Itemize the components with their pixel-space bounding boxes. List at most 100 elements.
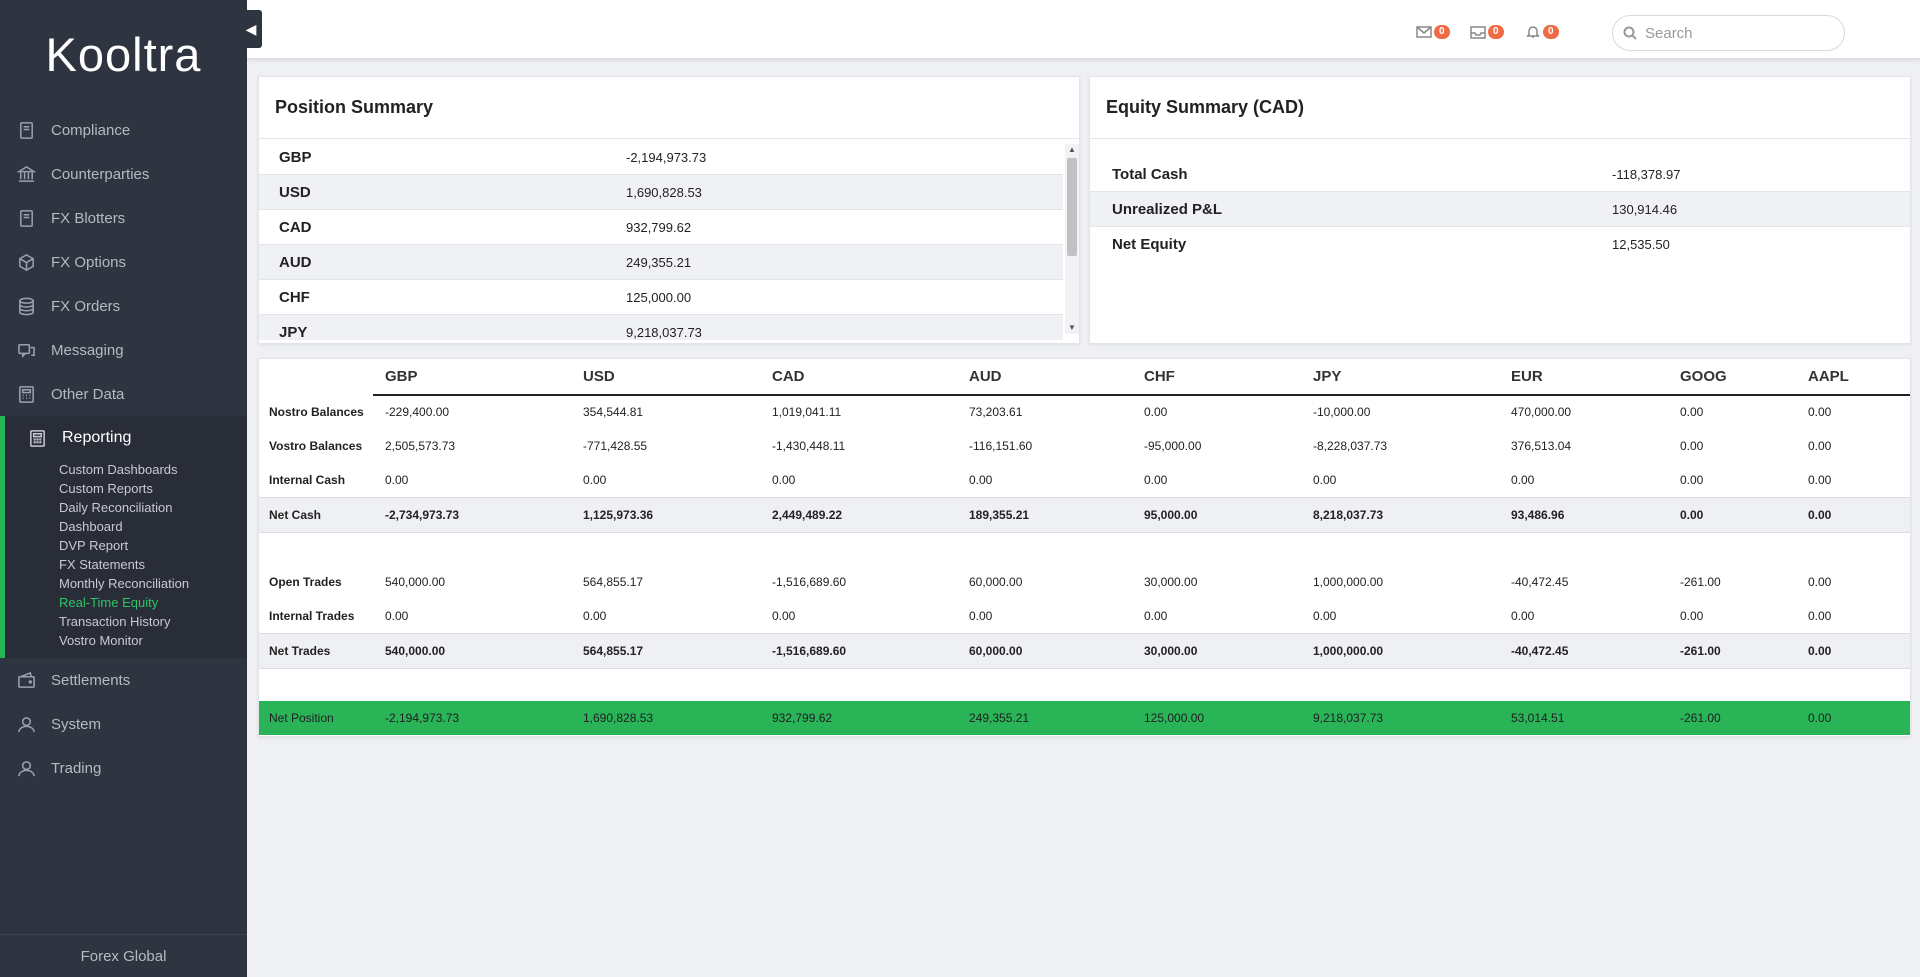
sidebar-item-trading[interactable]: Trading	[0, 746, 247, 790]
balance-row-net-trades: Net Trades 540,000.00 564,855.17 -1,516,689…	[259, 633, 1910, 669]
search-input[interactable]	[1643, 23, 1827, 43]
sidebar-item-messaging[interactable]: Messaging	[0, 328, 247, 372]
chevron-left-icon: ◀	[245, 20, 257, 37]
balance-row-net-position: Net Position -2,194,973.73 1,690,828.53 932…	[259, 701, 1910, 735]
cell-value: 30,000.00	[1144, 644, 1198, 658]
row-label: Vostro Balances	[269, 439, 363, 453]
column-header-aud[interactable]: AUD	[969, 368, 1002, 385]
inbox-icon	[1470, 26, 1486, 39]
column-header-aapl[interactable]: AAPL	[1808, 368, 1849, 385]
cell-value: 0.00	[1808, 575, 1832, 589]
sidebar-item-reporting[interactable]: Reporting	[5, 416, 247, 460]
logo[interactable]: Kooltra	[0, 0, 247, 108]
cell-value: 0.00	[583, 473, 607, 487]
cell-value: 0.00	[1680, 439, 1704, 453]
search-icon	[1623, 26, 1637, 40]
sidebar-item-compliance[interactable]: Compliance	[0, 108, 247, 152]
sidebar-subitem-custom-reports[interactable]: Custom Reports	[5, 479, 247, 498]
notifications-button[interactable]: 0	[1525, 25, 1559, 39]
sidebar-item-fx-options[interactable]: FX Options	[0, 240, 247, 284]
equity-row-net-equity: Net Equity 12,535.50	[1090, 227, 1910, 261]
position-row: AUD 249,355.21	[259, 245, 1063, 280]
cell-value: -771,428.55	[583, 439, 648, 453]
inbox-button[interactable]: 0	[1470, 25, 1504, 39]
cell-value: 0.00	[1808, 711, 1832, 725]
column-header-eur[interactable]: EUR	[1511, 368, 1543, 385]
column-header-jpy[interactable]: JPY	[1313, 368, 1341, 385]
column-header-gbp[interactable]: GBP	[385, 368, 418, 385]
sidebar-item-label: Trading	[51, 759, 102, 777]
cell-value: 0.00	[1808, 644, 1832, 658]
cell-value: 0.00	[1313, 473, 1337, 487]
cell-value: -261.00	[1680, 644, 1721, 658]
equity-row-unrealized-p-l: Unrealized P&L 130,914.46	[1090, 192, 1910, 227]
cell-value: 0.00	[1511, 609, 1535, 623]
sidebar-subitem-fx-statements[interactable]: FX Statements	[5, 555, 247, 574]
scroll-up-icon[interactable]: ▲	[1065, 144, 1079, 156]
sidebar-subitem-daily-reconciliation[interactable]: Daily Reconciliation	[5, 498, 247, 517]
cell-value: 0.00	[772, 473, 796, 487]
cell-value: -261.00	[1680, 711, 1721, 725]
position-summary-scrollbar[interactable]: ▲ ▼	[1065, 144, 1079, 334]
sidebar-item-label: FX Blotters	[51, 209, 126, 227]
cell-value: 2,449,489.22	[772, 508, 843, 522]
column-header-goog[interactable]: GOOG	[1680, 368, 1727, 385]
cell-value: 249,355.21	[969, 711, 1030, 725]
sidebar-item-settlements[interactable]: Settlements	[0, 658, 247, 702]
sidebar-subitem-vostro-monitor[interactable]: Vostro Monitor	[5, 631, 247, 650]
mail-button[interactable]: 0	[1416, 25, 1450, 39]
equity-label: Net Equity	[1112, 235, 1187, 253]
cell-value: -261.00	[1680, 575, 1721, 589]
balance-row-internal-cash: Internal Cash 0.00 0.00 0.00 0.00 0.00 0.00 0.0…	[259, 463, 1910, 497]
scroll-thumb[interactable]	[1067, 158, 1077, 256]
cell-value: -95,000.00	[1144, 439, 1202, 453]
currency-code: JPY	[279, 323, 308, 341]
sidebar-subitem-transaction-history[interactable]: Transaction History	[5, 612, 247, 631]
cell-value: -229,400.00	[385, 405, 450, 419]
row-label: Net Trades	[269, 644, 331, 658]
collapse-sidebar-button[interactable]: ◀	[240, 10, 262, 48]
sidebar-subitem-monthly-reconciliation[interactable]: Monthly Reconciliation	[5, 574, 247, 593]
position-row: GBP -2,194,973.73	[259, 140, 1063, 175]
position-summary-card: Position Summary GBP -2,194,973.73 USD 1,69…	[258, 76, 1080, 344]
equity-label: Unrealized P&L	[1112, 200, 1223, 218]
scroll-down-icon[interactable]: ▼	[1065, 322, 1079, 334]
position-amount: -2,194,973.73	[626, 149, 707, 165]
sidebar-subitem-real-time-equity[interactable]: Real-Time Equity	[5, 593, 247, 612]
calculator-icon	[27, 428, 47, 448]
sidebar-subitem-dvp-report[interactable]: DVP Report	[5, 536, 247, 555]
sidebar-item-counterparties[interactable]: Counterparties	[0, 152, 247, 196]
column-header-usd[interactable]: USD	[583, 368, 615, 385]
cell-value: 73,203.61	[969, 405, 1023, 419]
sidebar-item-label: Reporting	[62, 429, 132, 446]
cell-value: 93,486.96	[1511, 508, 1565, 522]
sidebar-item-fx-orders[interactable]: FX Orders	[0, 284, 247, 328]
sidebar-section-reporting: Reporting Custom Dashboards Custom Report…	[0, 416, 247, 658]
position-summary-title: Position Summary	[259, 77, 1079, 139]
inbox-count-badge: 0	[1488, 25, 1504, 39]
position-summary-list[interactable]: GBP -2,194,973.73 USD 1,690,828.53 CAD 932,79…	[259, 140, 1063, 340]
sidebar-item-system[interactable]: System	[0, 702, 247, 746]
user-icon	[16, 714, 36, 734]
balance-row-net-cash: Net Cash -2,734,973.73 1,125,973.36 2,449,4…	[259, 497, 1910, 533]
sidebar-subitem-dashboard[interactable]: Dashboard	[5, 517, 247, 536]
column-header-chf[interactable]: CHF	[1144, 368, 1175, 385]
bell-icon	[1526, 26, 1540, 38]
row-label: Internal Cash	[269, 473, 346, 487]
balance-row-nostro-balances: Nostro Balances -229,400.00 354,544.81 1,01…	[259, 395, 1910, 429]
cell-value: 1,000,000.00	[1313, 575, 1384, 589]
cell-value: 95,000.00	[1144, 508, 1198, 522]
cell-value: 1,019,041.11	[772, 405, 842, 419]
sidebar-subitem-custom-dashboards[interactable]: Custom Dashboards	[5, 460, 247, 479]
row-label: Open Trades	[269, 575, 342, 589]
book-icon	[16, 208, 36, 228]
sidebar-item-other-data[interactable]: Other Data	[0, 372, 247, 416]
sidebar-item-fx-blotters[interactable]: FX Blotters	[0, 196, 247, 240]
sidebar-item-label: FX Options	[51, 253, 127, 271]
database-icon	[16, 296, 36, 316]
currency-code: CAD	[279, 218, 312, 236]
equity-value: -118,378.97	[1612, 166, 1681, 182]
cell-value: 0.00	[1808, 508, 1832, 522]
cell-value: 1,690,828.53	[583, 711, 654, 725]
column-header-cad[interactable]: CAD	[772, 368, 805, 385]
